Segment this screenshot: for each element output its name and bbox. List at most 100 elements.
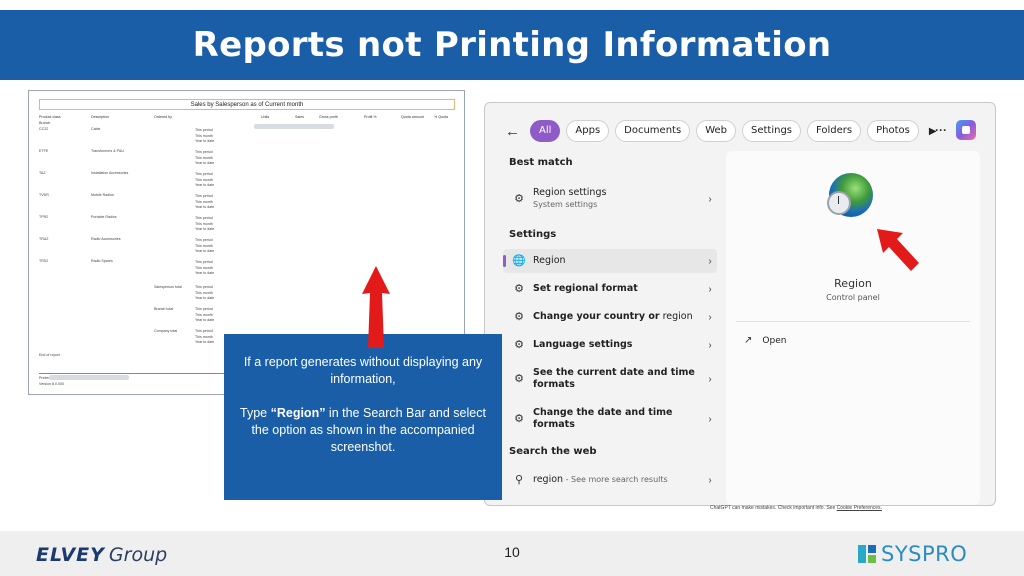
- report-column-header: Quota amount: [401, 115, 424, 119]
- report-period-line: This month: [195, 221, 213, 226]
- report-period-line: This period: [195, 194, 213, 198]
- report-column-header: Sales: [295, 115, 304, 119]
- region-settings-icon: ⚙: [514, 311, 524, 323]
- report-period-line: This period: [195, 150, 213, 154]
- callout-keyword: “Region”: [270, 406, 326, 420]
- report-total-label: Branch total: [154, 307, 174, 311]
- settings-item-regional-format[interactable]: ⚙ Set regional format ›: [503, 277, 717, 301]
- report-row-description: Radio Spares: [91, 259, 113, 263]
- chevron-right-icon: ›: [708, 255, 712, 267]
- settings-item-date-time-formats[interactable]: ⚙ See the current date and time formats …: [503, 362, 717, 396]
- slide-footer: ELVEY Group 10 SYSPRO: [0, 531, 1024, 576]
- report-row-description: Transformers & P&U: [91, 149, 125, 153]
- chevron-right-icon: ›: [708, 413, 712, 425]
- report-period-line: This month: [195, 133, 213, 138]
- more-options-icon[interactable]: ···: [935, 123, 947, 137]
- report-period-line: This month: [195, 290, 213, 295]
- settings-item-label: Region: [533, 255, 566, 266]
- open-label: Open: [762, 335, 787, 346]
- report-period-line: Year to date: [195, 271, 215, 275]
- best-match-title: Region settings: [533, 187, 607, 198]
- report-column-header: % Quota: [434, 115, 448, 119]
- report-row-code: TVDR: [39, 193, 49, 197]
- report-period-line: This month: [195, 312, 213, 317]
- report-period-line: Year to date: [195, 340, 215, 344]
- filter-photos[interactable]: Photos: [867, 120, 919, 142]
- settings-label: Settings: [509, 229, 557, 240]
- filter-folders[interactable]: Folders: [807, 120, 862, 142]
- web-query: region: [533, 474, 564, 485]
- settings-item-country-region[interactable]: ⚙ Change your country or region ›: [503, 305, 717, 329]
- settings-item-region[interactable]: 🌐 Region ›: [503, 249, 717, 273]
- back-arrow-icon[interactable]: ←: [505, 123, 520, 140]
- web-search-item[interactable]: ⚲ region - See more search results ›: [503, 468, 717, 492]
- search-icon: ⚲: [514, 474, 524, 486]
- report-period-line: Year to date: [195, 161, 215, 165]
- report-period-line: This month: [195, 334, 213, 339]
- detail-divider: [736, 321, 970, 322]
- open-external-icon: ↗: [744, 335, 753, 346]
- report-period-line: Year to date: [195, 249, 215, 253]
- windows-search-panel: ← All Apps Documents Web Settings Folder…: [484, 102, 996, 506]
- disclaimer-text: ChatGPT can make mistakes. Check importa…: [710, 505, 882, 511]
- callout-line2: Type “Region” in the Search Bar and sele…: [240, 406, 486, 454]
- red-arrow-diagonal: [877, 229, 919, 271]
- report-column-header: Description: [91, 115, 109, 119]
- report-column-header: Profit %: [364, 115, 377, 119]
- report-title: Sales by Salesperson as of Current month: [39, 99, 455, 110]
- filter-apps[interactable]: Apps: [566, 120, 610, 142]
- blurred-field: [49, 375, 129, 380]
- report-period-line: This period: [195, 128, 213, 132]
- region-settings-icon: ⚙: [514, 283, 524, 295]
- best-match-label: Best match: [509, 157, 573, 168]
- filter-all[interactable]: All: [530, 120, 561, 142]
- open-action[interactable]: ↗ Open: [744, 335, 786, 346]
- chevron-right-icon: ›: [708, 283, 712, 295]
- version-label: Version 8.0.000: [39, 382, 64, 386]
- filter-documents[interactable]: Documents: [615, 120, 691, 142]
- report-column-header: Gross profit: [319, 115, 338, 119]
- report-period-line: This month: [195, 155, 213, 160]
- chevron-right-icon: ›: [708, 311, 712, 323]
- settings-item-label: Set regional format: [533, 283, 638, 294]
- detail-subtitle: Control panel: [826, 293, 880, 302]
- slide-title: Reports not Printing Information: [192, 25, 832, 65]
- report-column-header: Product class: [39, 115, 61, 119]
- chevron-right-icon: ›: [708, 373, 712, 385]
- region-settings-icon: ⚙: [514, 193, 524, 205]
- report-total-label: Company total: [154, 329, 178, 333]
- globe-icon: 🌐: [512, 255, 526, 267]
- chevron-right-icon: ›: [708, 474, 712, 486]
- settings-item-language[interactable]: ⚙ Language settings ›: [503, 333, 717, 357]
- filter-web[interactable]: Web: [696, 120, 736, 142]
- report-column-header: Ordered by: [154, 115, 172, 119]
- best-match-region-settings[interactable]: ⚙ Region settings System settings ›: [503, 182, 717, 216]
- report-row-description: Portable Radios: [91, 215, 117, 219]
- report-row-description: Installation Accessories: [91, 171, 129, 175]
- report-row-description: Mobile Radios: [91, 193, 114, 197]
- settings-item-change-date-time[interactable]: ⚙ Change the date and time formats ›: [503, 402, 717, 436]
- settings-item-label: See the current date and time formats: [533, 367, 695, 390]
- syspro-logo: SYSPRO: [858, 542, 967, 566]
- branch-label: Branch: [39, 121, 51, 125]
- clock-icon: [827, 191, 851, 215]
- report-period-line: Year to date: [195, 139, 215, 143]
- report-row-code: TRS2: [39, 259, 49, 263]
- cookie-link[interactable]: Cookie Preferences.: [837, 505, 882, 511]
- instruction-callout: If a report generates without displaying…: [224, 334, 502, 500]
- slide-title-bar: Reports not Printing Information: [0, 10, 1024, 80]
- chevron-right-icon: ›: [708, 339, 712, 351]
- report-period-line: This period: [195, 216, 213, 220]
- report-period-line: This month: [195, 243, 213, 248]
- region-settings-icon: ⚙: [514, 413, 524, 425]
- filter-bar: ← All Apps Documents Web Settings Folder…: [505, 120, 937, 142]
- filter-settings[interactable]: Settings: [742, 120, 802, 142]
- report-period-line: This period: [195, 260, 213, 264]
- report-period-line: Year to date: [195, 205, 215, 209]
- copilot-icon[interactable]: [956, 120, 976, 140]
- report-column-header: Units: [261, 115, 270, 119]
- detail-pane: Region Control panel ↗ Open: [726, 151, 980, 505]
- chevron-right-icon: ›: [708, 193, 712, 205]
- report-row-code: ETFE: [39, 149, 49, 153]
- report-row-description: Radio Accessories: [91, 237, 121, 241]
